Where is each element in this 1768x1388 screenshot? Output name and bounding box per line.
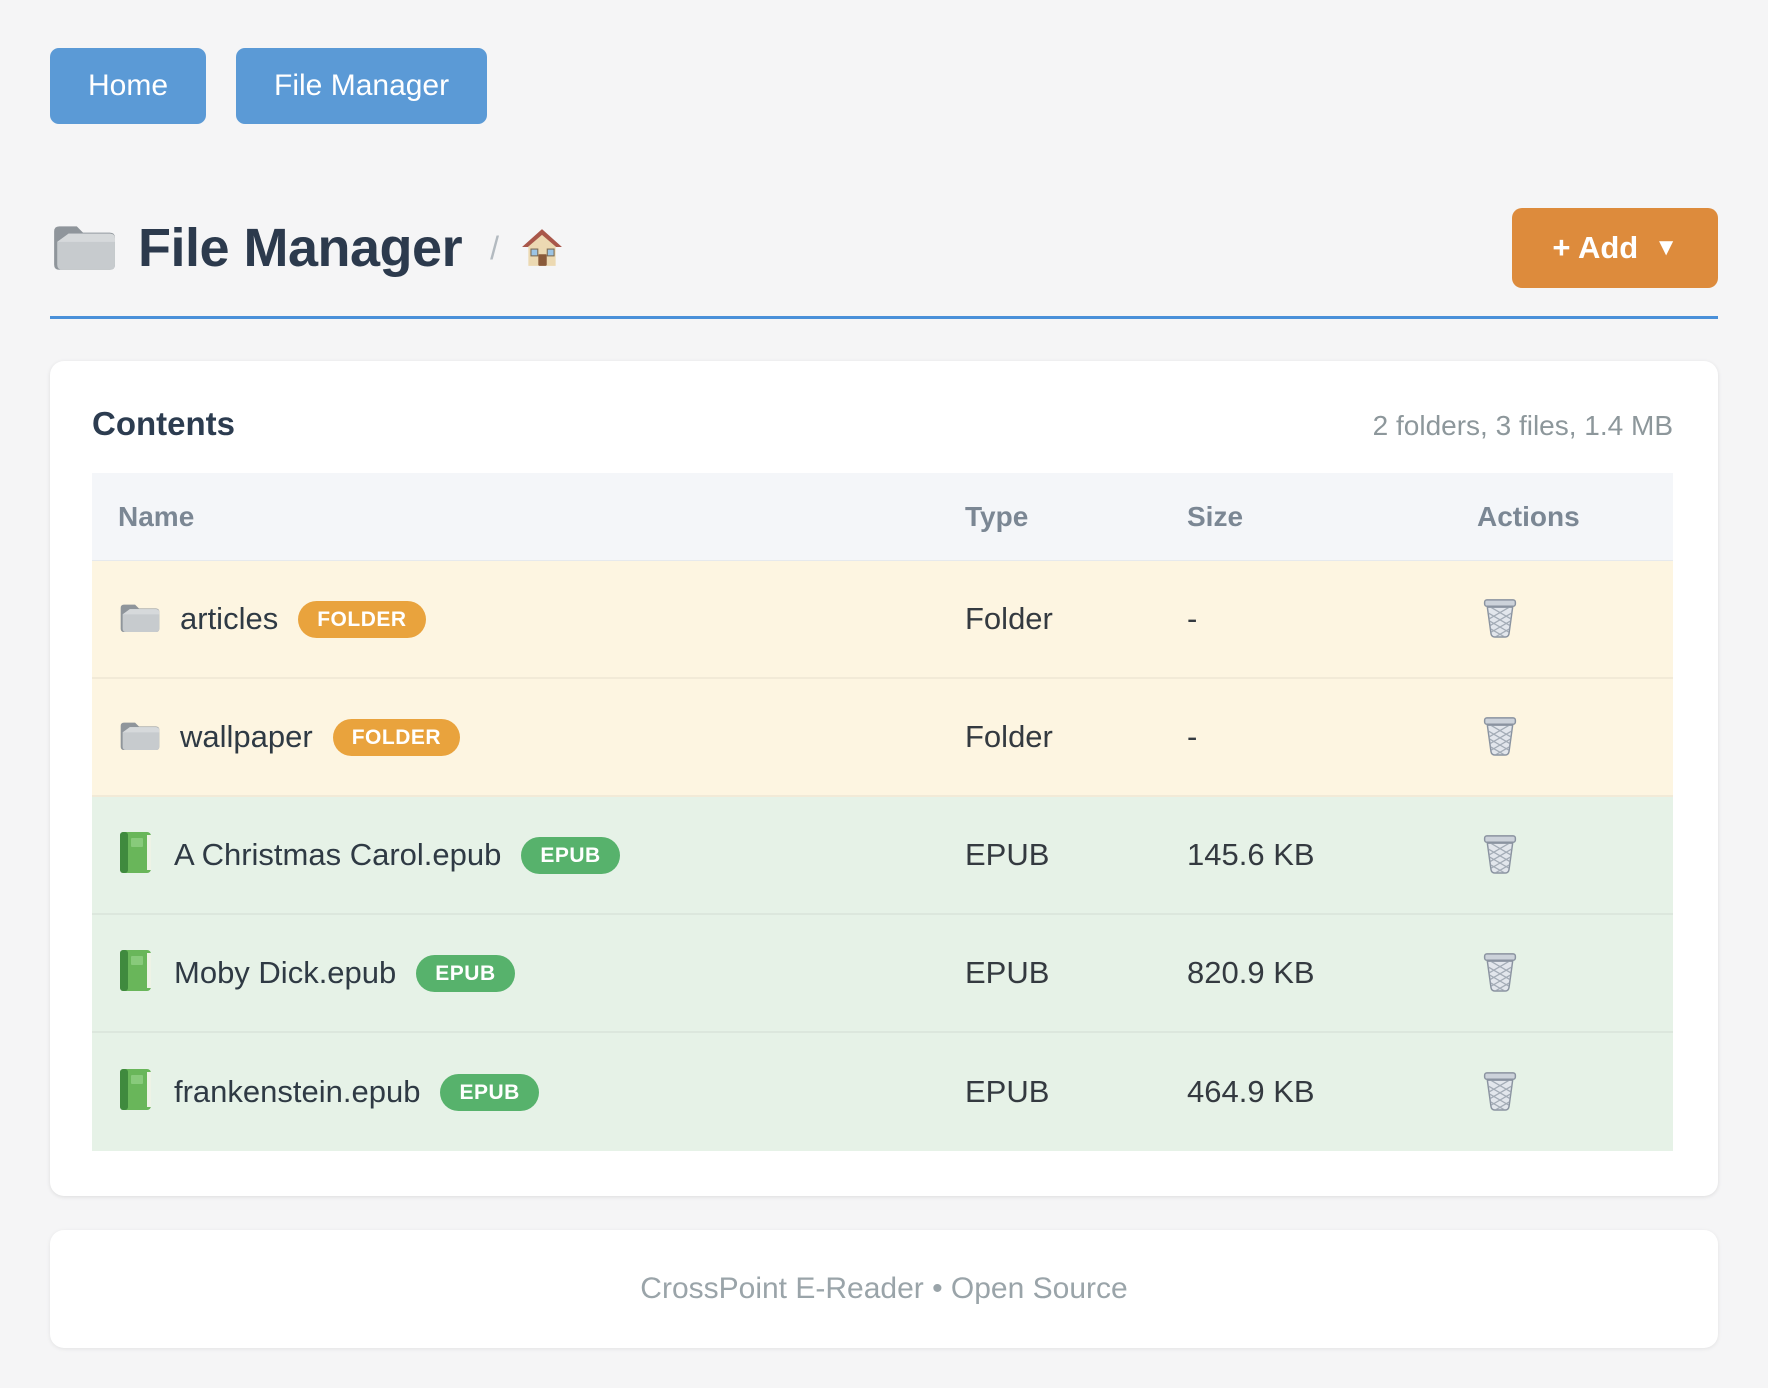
- footer: CrossPoint E-Reader • Open Source: [50, 1230, 1718, 1348]
- top-nav: Home File Manager: [50, 48, 1718, 124]
- column-header-size: Size: [1187, 501, 1477, 533]
- column-header-actions: Actions: [1477, 501, 1673, 533]
- file-type: Folder: [965, 601, 1187, 637]
- column-header-type: Type: [965, 501, 1187, 533]
- file-name[interactable]: articles: [180, 601, 278, 637]
- table-header: Name Type Size Actions: [92, 473, 1673, 561]
- contents-summary: 2 folders, 3 files, 1.4 MB: [1373, 410, 1673, 442]
- add-button[interactable]: + Add ▼: [1512, 208, 1718, 288]
- contents-card: Contents 2 folders, 3 files, 1.4 MB Name…: [50, 361, 1718, 1196]
- breadcrumb-separator: /: [490, 230, 499, 267]
- book-icon: [118, 830, 154, 880]
- footer-text: CrossPoint E-Reader • Open Source: [640, 1272, 1127, 1305]
- table-row[interactable]: wallpaper FOLDER Folder -: [92, 679, 1673, 797]
- file-name[interactable]: frankenstein.epub: [174, 1074, 420, 1110]
- file-type: EPUB: [965, 955, 1187, 991]
- delete-button[interactable]: [1477, 1066, 1523, 1119]
- home-icon[interactable]: [521, 228, 563, 268]
- file-size: -: [1187, 601, 1477, 637]
- trash-icon: [1481, 597, 1519, 642]
- type-badge: FOLDER: [333, 719, 460, 756]
- file-table: Name Type Size Actions articles FOLDER F…: [92, 473, 1673, 1151]
- delete-button[interactable]: [1477, 593, 1523, 646]
- file-name[interactable]: A Christmas Carol.epub: [174, 837, 501, 873]
- file-name[interactable]: wallpaper: [180, 719, 313, 755]
- file-name[interactable]: Moby Dick.epub: [174, 955, 396, 991]
- file-size: 145.6 KB: [1187, 837, 1477, 873]
- trash-icon: [1481, 1070, 1519, 1115]
- file-size: 464.9 KB: [1187, 1074, 1477, 1110]
- folder-icon: [118, 600, 160, 639]
- column-header-name: Name: [92, 501, 965, 533]
- type-badge: EPUB: [416, 955, 514, 992]
- delete-button[interactable]: [1477, 829, 1523, 882]
- nav-button-home[interactable]: Home: [50, 48, 206, 124]
- delete-button[interactable]: [1477, 947, 1523, 1000]
- page-title: File Manager: [138, 217, 462, 279]
- file-type: EPUB: [965, 837, 1187, 873]
- file-type: EPUB: [965, 1074, 1187, 1110]
- table-row[interactable]: Moby Dick.epub EPUB EPUB 820.9 KB: [92, 915, 1673, 1033]
- table-row[interactable]: articles FOLDER Folder -: [92, 561, 1673, 679]
- nav-button-file-manager[interactable]: File Manager: [236, 48, 487, 124]
- type-badge: EPUB: [440, 1074, 538, 1111]
- trash-icon: [1481, 833, 1519, 878]
- folder-icon: [50, 219, 116, 278]
- file-size: -: [1187, 719, 1477, 755]
- file-type: Folder: [965, 719, 1187, 755]
- page-header: File Manager / + Add ▼: [50, 208, 1718, 288]
- add-button-label: + Add: [1552, 230, 1638, 266]
- delete-button[interactable]: [1477, 711, 1523, 764]
- file-size: 820.9 KB: [1187, 955, 1477, 991]
- caret-down-icon: ▼: [1654, 234, 1678, 262]
- type-badge: EPUB: [521, 837, 619, 874]
- table-row[interactable]: frankenstein.epub EPUB EPUB 464.9 KB: [92, 1033, 1673, 1151]
- book-icon: [118, 1067, 154, 1117]
- table-row[interactable]: A Christmas Carol.epub EPUB EPUB 145.6 K…: [92, 797, 1673, 915]
- trash-icon: [1481, 715, 1519, 760]
- book-icon: [118, 948, 154, 998]
- header-divider: [50, 316, 1718, 319]
- contents-title: Contents: [92, 405, 235, 443]
- type-badge: FOLDER: [298, 601, 425, 638]
- trash-icon: [1481, 951, 1519, 996]
- folder-icon: [118, 718, 160, 757]
